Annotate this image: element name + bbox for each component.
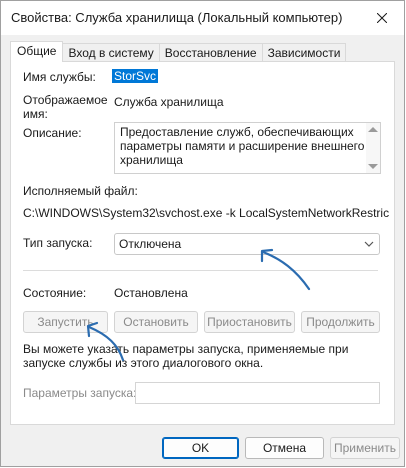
tab-strip: Общие Вход в систему Восстановление Зави… [10,41,347,62]
status-value: Остановлена [114,286,188,300]
title-bar: Свойства: Служба хранилища (Локальный ко… [1,1,404,35]
executable-label: Исполняемый файл: [23,184,138,198]
general-tab-panel: Имя службы: StorSvc Отображаемое имя: Сл… [10,61,395,425]
description-label: Описание: [23,126,82,140]
startup-type-select[interactable]: Отключена [114,233,380,255]
window-title: Свойства: Служба хранилища (Локальный ко… [11,10,343,25]
scroll-up-arrow-icon[interactable] [368,127,378,132]
cancel-button[interactable]: Отмена [245,437,324,459]
apply-button[interactable]: Применить [330,437,400,459]
description-text: Предоставление служб, обеспечивающих пар… [120,125,365,167]
tab-dependencies[interactable]: Зависимости [261,43,347,62]
service-name-value[interactable]: StorSvc [112,69,159,83]
tab-general[interactable]: Общие [10,41,64,62]
tab-recovery[interactable]: Восстановление [158,43,263,62]
startup-type-label: Тип запуска: [23,236,93,250]
close-icon [377,13,387,23]
status-label: Состояние: [23,286,87,300]
tab-logon[interactable]: Вход в систему [62,43,160,62]
start-params-hint: Вы можете указать параметры запуска, при… [23,342,349,370]
executable-path[interactable]: C:\WINDOWS\System32\svchost.exe -k Local… [23,206,389,220]
description-scrollbar[interactable] [366,123,380,173]
ok-button[interactable]: OK [162,437,239,459]
scroll-down-arrow-icon[interactable] [368,164,378,169]
service-properties-dialog: Свойства: Служба хранилища (Локальный ко… [0,0,405,467]
pause-button[interactable]: Приостановить [204,311,295,333]
chevron-down-icon [364,241,374,247]
startup-type-value: Отключена [119,237,182,251]
display-name-label: Отображаемое имя: [23,93,108,121]
display-name-value[interactable]: Служба хранилища [114,95,224,109]
start-params-label: Параметры запуска: [23,386,137,400]
start-button[interactable]: Запустить [23,311,108,333]
resume-button[interactable]: Продолжить [301,311,380,333]
service-name-label: Имя службы: [23,70,96,84]
close-button[interactable] [360,1,404,35]
description-box[interactable]: Предоставление служб, обеспечивающих пар… [114,122,381,174]
divider [23,270,378,271]
stop-button[interactable]: Остановить [114,311,198,333]
start-params-input[interactable] [135,382,380,404]
